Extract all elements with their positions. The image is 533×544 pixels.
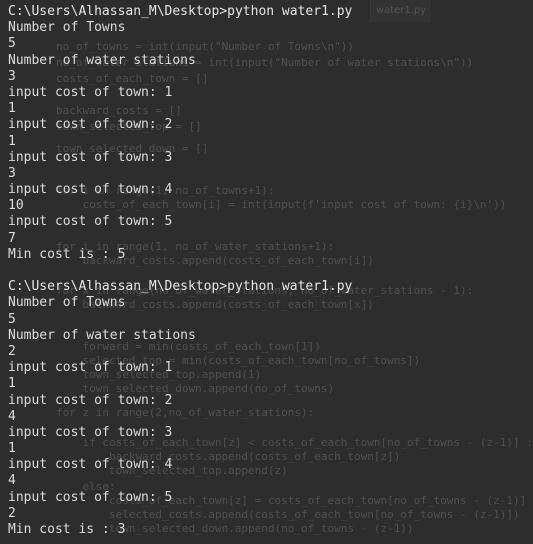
output-line: input cost of town: 3 [8, 424, 173, 440]
output-line: input cost of town: 2 [8, 117, 173, 133]
output-line: Number of water stations [8, 52, 196, 68]
output-line: input cost of town: 4 [8, 457, 173, 473]
input-line: 2 [8, 343, 16, 359]
command-prompt-line: C:\Users\Alhassan_M\Desktop>python water… [8, 4, 353, 19]
terminal-output[interactable]: C:\Users\Alhassan_M\Desktop>python water… [0, 0, 533, 544]
output-line: input cost of town: 1 [8, 360, 173, 376]
output-line: Number of Towns [8, 20, 126, 36]
input-line: 1 [8, 441, 16, 457]
input-line: 4 [8, 473, 16, 489]
input-line: 3 [8, 68, 16, 84]
output-line: input cost of town: 5 [8, 489, 173, 505]
output-line: input cost of town: 5 [8, 214, 173, 230]
input-line: 3 [8, 165, 16, 181]
input-line: 5 [8, 36, 16, 52]
command-prompt-line: C:\Users\Alhassan_M\Desktop>python water… [8, 279, 353, 295]
output-line: input cost of town: 3 [8, 149, 173, 165]
input-line: 7 [8, 230, 16, 246]
terminal-window: water1.py no_of_towns = int(input("Numbe… [0, 0, 533, 544]
output-line: input cost of town: 4 [8, 182, 173, 198]
input-line: 1 [8, 133, 16, 149]
output-line: input cost of town: 1 [8, 84, 173, 100]
output-line: input cost of town: 2 [8, 392, 173, 408]
input-line: 1 [8, 101, 16, 117]
input-line: 10 [8, 198, 24, 214]
input-line: 5 [8, 311, 16, 327]
result-line: Min cost is : 5 [8, 246, 126, 262]
output-line: Number of Towns [8, 295, 126, 311]
input-line: 2 [8, 505, 16, 521]
input-line: 4 [8, 408, 16, 424]
result-line: Min cost is : 3 [8, 522, 126, 537]
input-line: 1 [8, 376, 16, 392]
output-line: Number of water stations [8, 327, 196, 343]
